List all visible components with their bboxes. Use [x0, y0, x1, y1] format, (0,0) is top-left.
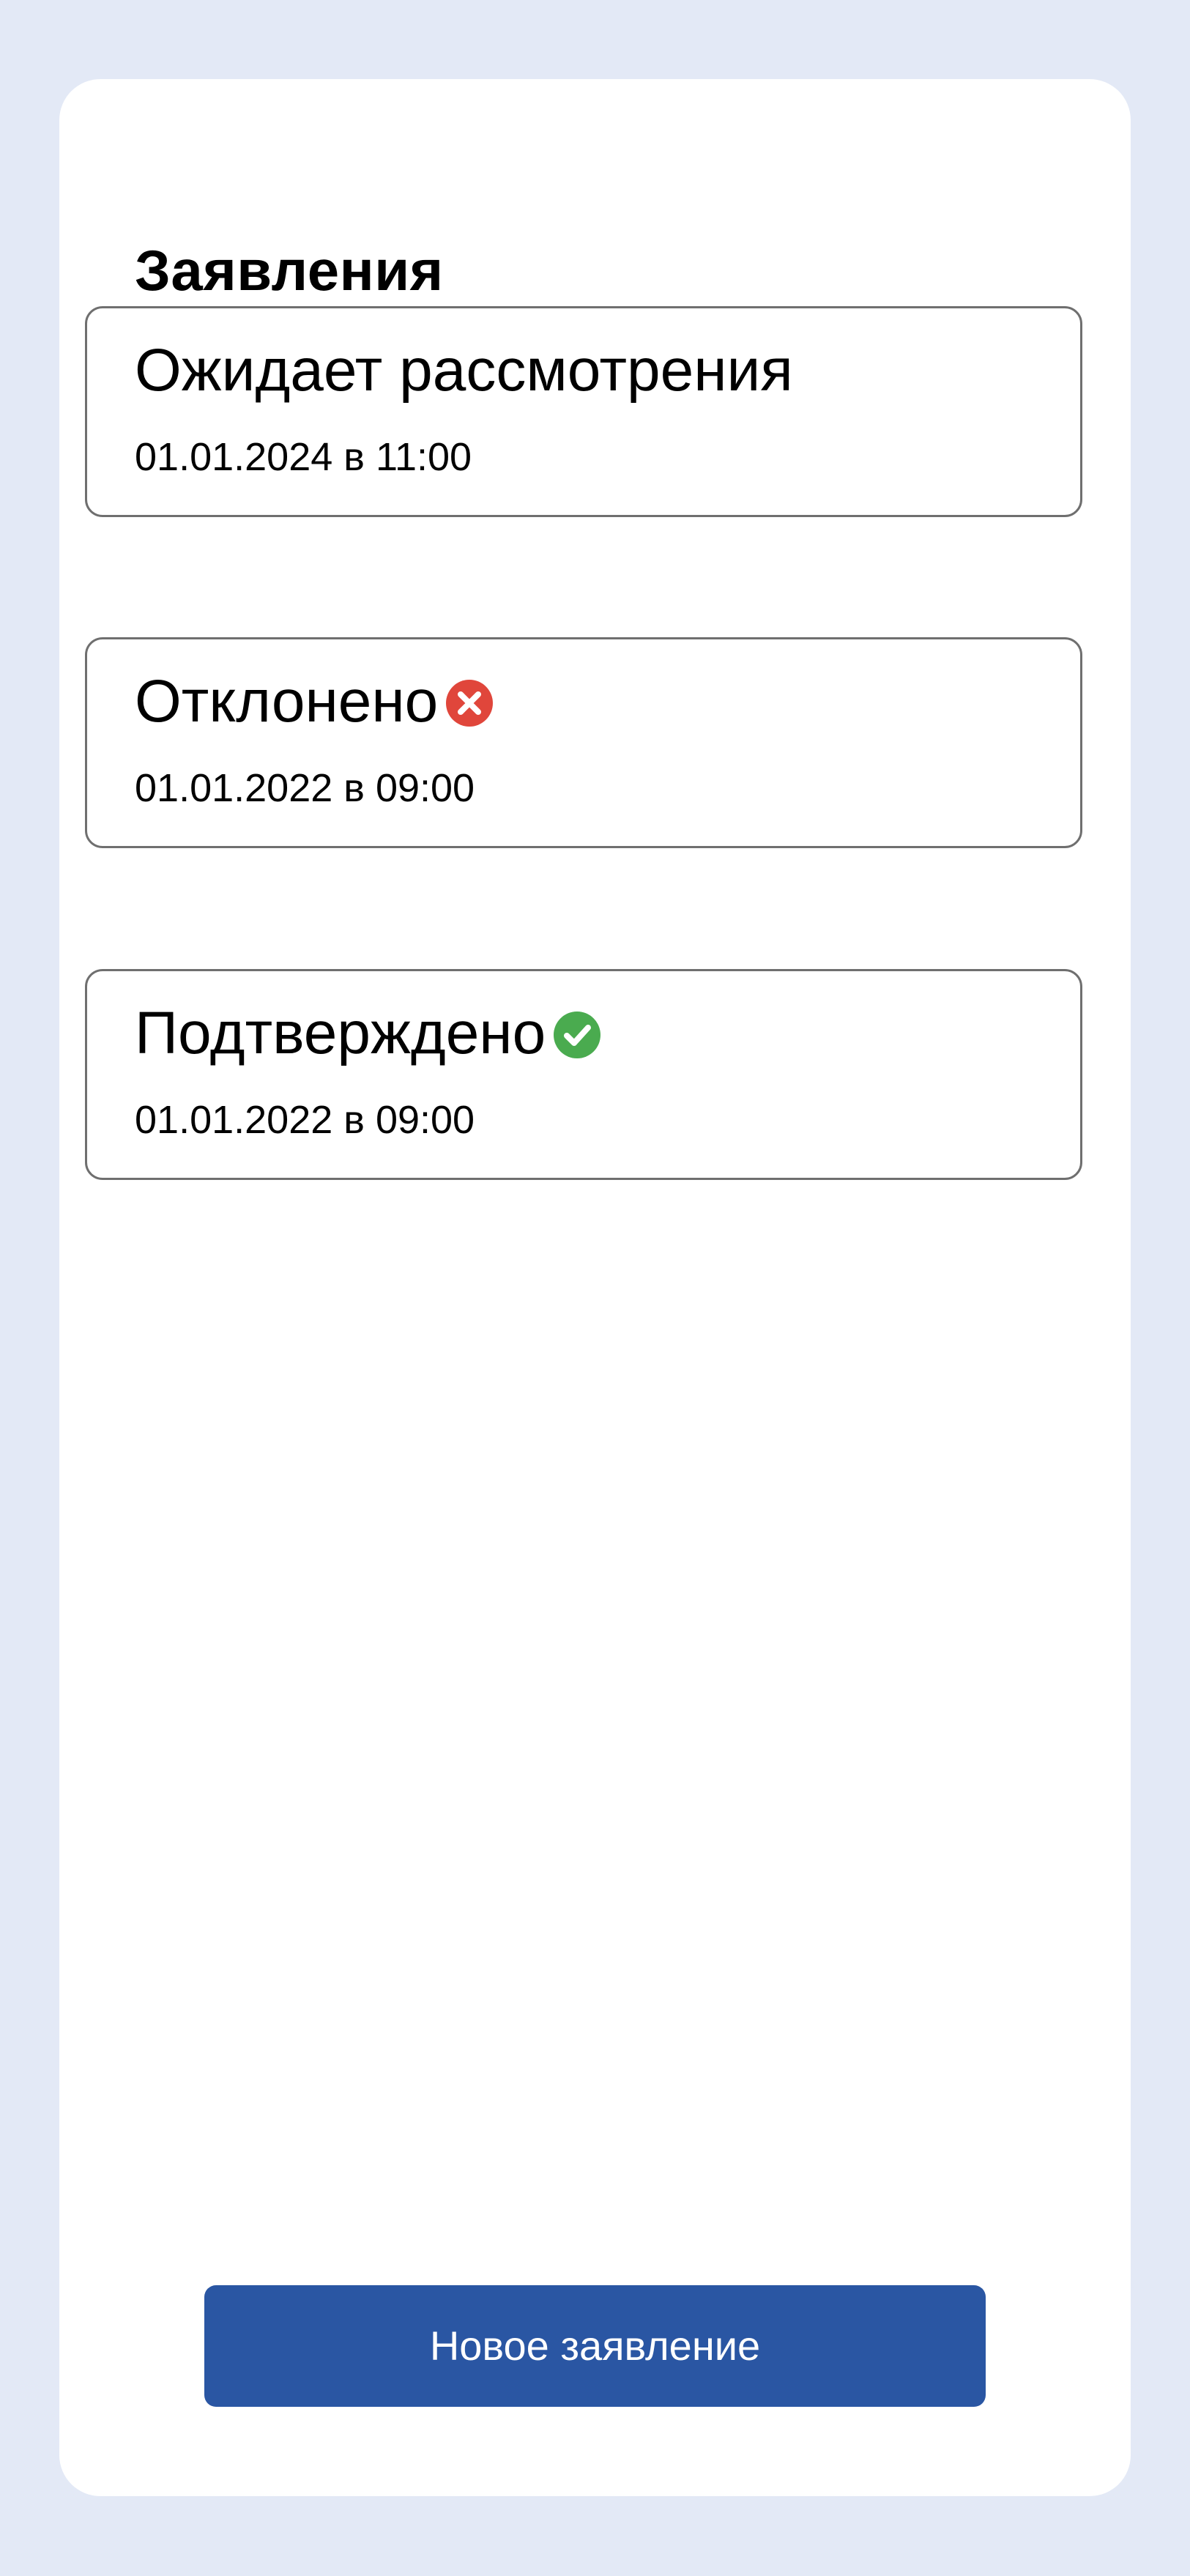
application-card-pending[interactable]: Ожидает рассмотрения 01.01.2024 в 11:00 — [85, 306, 1082, 517]
rejected-icon — [446, 680, 494, 727]
application-date: 01.01.2022 в 09:00 — [135, 1098, 475, 1142]
applications-panel: Заявления Ожидает рассмотрения 01.01.202… — [59, 79, 1131, 2496]
application-card-rejected[interactable]: Отклонено 01.01.2022 в 09:00 — [85, 637, 1082, 848]
application-status: Ожидает рассмотрения — [135, 341, 793, 401]
new-application-button[interactable]: Новое заявление — [204, 2285, 986, 2407]
application-status-label: Подтверждено — [135, 1000, 546, 1066]
application-date: 01.01.2022 в 09:00 — [135, 766, 475, 810]
approved-icon — [554, 1012, 601, 1058]
application-status-label: Отклонено — [135, 668, 439, 735]
application-status-label: Ожидает рассмотрения — [135, 337, 793, 404]
application-status: Отклонено — [135, 672, 494, 732]
application-card-approved[interactable]: Подтверждено 01.01.2022 в 09:00 — [85, 969, 1082, 1180]
application-date: 01.01.2024 в 11:00 — [135, 435, 472, 479]
page-title: Заявления — [135, 238, 444, 302]
application-status: Подтверждено — [135, 1003, 601, 1064]
